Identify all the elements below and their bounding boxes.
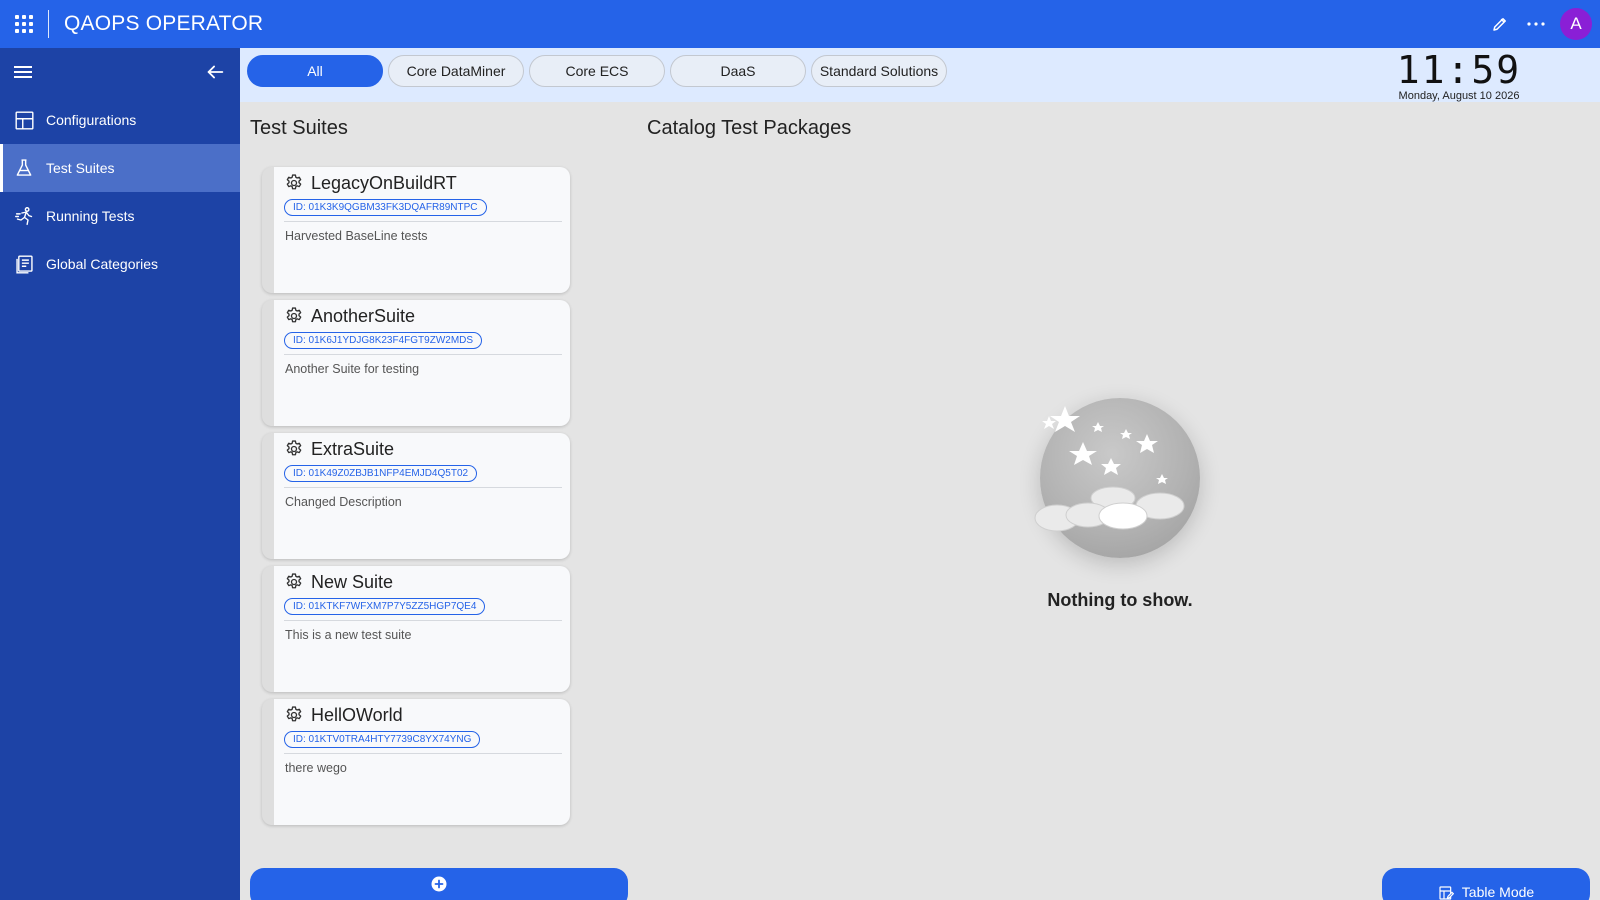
- divider: [284, 221, 562, 222]
- gear-icon[interactable]: [284, 306, 304, 326]
- sidebar-item-label: Global Categories: [46, 256, 159, 272]
- empty-state-illustration: [1034, 398, 1200, 558]
- table-mode-button[interactable]: Table Mode: [1382, 868, 1590, 900]
- suite-card[interactable]: AnotherSuite ID: 01K6J1YDJG8K23F4FGT9ZW2…: [262, 300, 570, 426]
- divider: [284, 620, 562, 621]
- filter-chip-core-ecs[interactable]: Core ECS: [529, 55, 665, 87]
- filter-bar: All Core DataMiner Core ECS DaaS Standar…: [240, 48, 1600, 102]
- add-suite-button[interactable]: [250, 868, 628, 900]
- sidebar-item-label: Running Tests: [46, 208, 135, 224]
- suite-description: Changed Description: [285, 495, 402, 509]
- night-sky-icon: [1034, 406, 1185, 532]
- gear-icon[interactable]: [284, 705, 304, 725]
- suite-description: Harvested BaseLine tests: [285, 229, 428, 243]
- filter-chip-daas[interactable]: DaaS: [670, 55, 806, 87]
- sidebar-item-label: Test Suites: [46, 160, 115, 176]
- more-options-icon[interactable]: [1518, 6, 1554, 42]
- sidebar: Configurations Test Suites Running Tests…: [0, 48, 240, 900]
- suite-card[interactable]: HellOWorld ID: 01KTV0TRA4HTY7739C8YX74YN…: [262, 699, 570, 825]
- suite-id-badge: ID: 01KTKF7WFXM7P7Y5ZZ5HGP7QE4: [284, 598, 486, 615]
- suite-name: New Suite: [311, 571, 394, 592]
- catalog-test-packages-heading: Catalog Test Packages: [647, 117, 852, 139]
- gear-icon[interactable]: [284, 173, 304, 193]
- suite-name: LegacyOnBuildRT: [311, 172, 457, 193]
- filter-chip-core-dataminer[interactable]: Core DataMiner: [388, 55, 524, 87]
- user-avatar[interactable]: A: [1560, 8, 1592, 40]
- sidebar-item-global-categories[interactable]: Global Categories: [0, 240, 240, 288]
- sidebar-item-configurations[interactable]: Configurations: [0, 96, 240, 144]
- divider: [284, 487, 562, 488]
- collapse-arrow-icon[interactable]: [204, 61, 226, 83]
- hamburger-menu-icon[interactable]: [14, 66, 32, 78]
- top-bar: QAOPS OPERATOR A: [0, 0, 1600, 48]
- layout-icon: [13, 109, 35, 131]
- suite-name: ExtraSuite: [311, 438, 395, 459]
- clock: 11:59 Monday, August 10 2026: [1394, 50, 1524, 102]
- document-icon: [13, 253, 35, 275]
- suite-description: there wego: [285, 761, 347, 775]
- suite-id-badge: ID: 01K6J1YDJG8K23F4FGT9ZW2MDS: [284, 332, 483, 349]
- sidebar-item-label: Configurations: [46, 112, 137, 128]
- suite-id-badge: ID: 01K3K9QGBM33FK3DQAFR89NTPC: [284, 199, 487, 216]
- table-mode-label: Table Mode: [1461, 884, 1535, 900]
- edit-icon[interactable]: [1482, 6, 1518, 42]
- flask-icon: [13, 157, 35, 179]
- runner-icon: [13, 205, 35, 227]
- suite-id-badge: ID: 01KTV0TRA4HTY7739C8YX74YNG: [284, 731, 481, 748]
- clock-date: Monday, August 10 2026: [1398, 90, 1520, 102]
- divider: [284, 753, 562, 754]
- suite-description: This is a new test suite: [285, 628, 412, 642]
- sidebar-item-test-suites[interactable]: Test Suites: [0, 144, 240, 192]
- title-divider: [48, 10, 49, 38]
- sidebar-item-running-tests[interactable]: Running Tests: [0, 192, 240, 240]
- app-title: QAOPS OPERATOR: [64, 12, 264, 35]
- test-suites-list: LegacyOnBuildRT ID: 01K3K9QGBM33FK3DQAFR…: [262, 167, 570, 832]
- suite-name: HellOWorld: [311, 704, 403, 725]
- filter-chip-all[interactable]: All: [247, 55, 383, 87]
- apps-grid-icon[interactable]: [0, 0, 48, 48]
- divider: [284, 354, 562, 355]
- suite-name: AnotherSuite: [311, 305, 416, 326]
- table-edit-icon: [1439, 886, 1454, 900]
- test-suites-heading: Test Suites: [250, 117, 348, 139]
- gear-icon[interactable]: [284, 439, 304, 459]
- suite-card[interactable]: LegacyOnBuildRT ID: 01K3K9QGBM33FK3DQAFR…: [262, 167, 570, 293]
- suite-card[interactable]: New Suite ID: 01KTKF7WFXM7P7Y5ZZ5HGP7QE4…: [262, 566, 570, 692]
- suite-id-badge: ID: 01K49Z0ZBJB1NFP4EMJD4Q5T02: [284, 465, 478, 482]
- category-chips: All Core DataMiner Core ECS DaaS Standar…: [247, 55, 952, 87]
- clock-time: 11:59: [1396, 48, 1522, 92]
- suite-card[interactable]: ExtraSuite ID: 01K49Z0ZBJB1NFP4EMJD4Q5T0…: [262, 433, 570, 559]
- plus-circle-icon: [431, 876, 447, 892]
- gear-icon[interactable]: [284, 572, 304, 592]
- suite-description: Another Suite for testing: [285, 362, 420, 376]
- filter-chip-standard-solutions[interactable]: Standard Solutions: [811, 55, 947, 87]
- empty-state-message: Nothing to show.: [1047, 590, 1193, 610]
